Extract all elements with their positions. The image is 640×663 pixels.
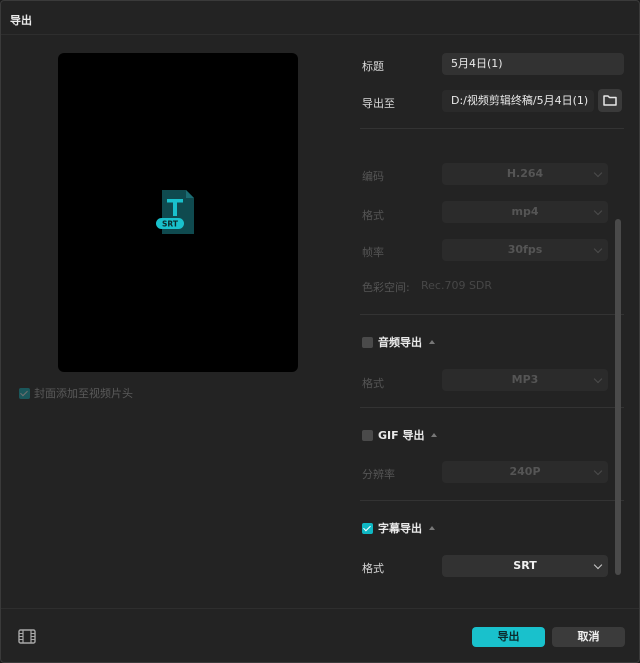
chevron-down-icon <box>593 168 603 178</box>
divider <box>360 128 624 129</box>
dialog-title: 导出 <box>10 14 32 27</box>
video-format-value: mp4 <box>511 205 539 218</box>
encoding-label: 编码 <box>362 170 384 183</box>
chevron-down-icon <box>593 466 603 476</box>
audio-export-label: 音频导出 <box>378 336 422 349</box>
export-preview: SRT <box>58 53 298 372</box>
gif-resolution-label: 分辨率 <box>362 468 395 481</box>
film-strip-icon[interactable] <box>18 629 36 644</box>
chevron-down-icon <box>593 374 603 384</box>
colorspace-label: 色彩空间: <box>362 281 410 294</box>
audio-format-label: 格式 <box>362 377 384 390</box>
audio-format-select[interactable]: MP3 <box>442 369 608 391</box>
cover-checkbox[interactable] <box>19 387 30 399</box>
collapse-caret-icon[interactable] <box>429 340 435 344</box>
subtitle-format-select[interactable]: SRT <box>442 555 608 577</box>
chevron-down-icon <box>593 206 603 216</box>
video-format-label: 格式 <box>362 209 384 222</box>
encoding-select[interactable]: H.264 <box>442 163 608 185</box>
gif-resolution-select[interactable]: 240P <box>442 461 608 483</box>
export-path-input[interactable]: D:/视频剪辑终稿/5月4日(1) <box>442 90 594 112</box>
browse-folder-button[interactable] <box>598 89 622 112</box>
subtitle-export-label: 字幕导出 <box>378 522 422 535</box>
srt-file-icon: SRT <box>156 190 194 234</box>
divider <box>360 407 624 408</box>
gif-resolution-value: 240P <box>509 465 541 478</box>
collapse-caret-icon[interactable] <box>431 433 438 437</box>
cover-option[interactable]: 封面添加至视频片头 <box>19 385 133 401</box>
subtitle-export-toggle[interactable]: 字幕导出 <box>362 520 435 536</box>
subtitle-format-value: SRT <box>513 559 537 572</box>
audio-format-value: MP3 <box>511 373 539 386</box>
gif-export-toggle[interactable]: GIF 导出 <box>362 427 438 443</box>
fps-value: 30fps <box>507 243 543 256</box>
cancel-button[interactable]: 取消 <box>552 627 625 647</box>
fps-select[interactable]: 30fps <box>442 239 608 261</box>
export-button[interactable]: 导出 <box>472 627 545 647</box>
audio-export-toggle[interactable]: 音频导出 <box>362 334 435 350</box>
subtitle-export-checkbox[interactable] <box>362 522 373 534</box>
chevron-down-icon <box>593 244 603 254</box>
folder-icon <box>603 95 617 106</box>
video-format-select[interactable]: mp4 <box>442 201 608 223</box>
collapse-caret-icon[interactable] <box>429 526 435 530</box>
divider <box>360 500 624 501</box>
export-to-label: 导出至 <box>362 97 395 110</box>
subtitle-format-label: 格式 <box>362 562 384 575</box>
colorspace-value: Rec.709 SDR <box>421 279 493 292</box>
settings-scrollbar[interactable] <box>615 219 621 575</box>
dialog-titlebar: 导出 <box>1 1 639 35</box>
encoding-value: H.264 <box>506 167 544 180</box>
divider <box>360 314 624 315</box>
chevron-down-icon <box>593 560 603 570</box>
srt-badge-label: SRT <box>162 220 179 229</box>
gif-export-checkbox[interactable] <box>362 429 373 441</box>
title-label: 标题 <box>362 60 384 73</box>
cover-option-label: 封面添加至视频片头 <box>34 387 133 400</box>
title-input[interactable]: 5月4日(1) <box>442 53 624 75</box>
gif-export-label: GIF 导出 <box>378 429 425 442</box>
fps-label: 帧率 <box>362 246 384 259</box>
audio-export-checkbox[interactable] <box>362 336 373 348</box>
footer-divider <box>1 608 639 609</box>
export-dialog: 导出 SRT 封面添加至视频片头 标题 5月4日(1) 导出至 D:/视频剪辑终… <box>0 0 640 663</box>
